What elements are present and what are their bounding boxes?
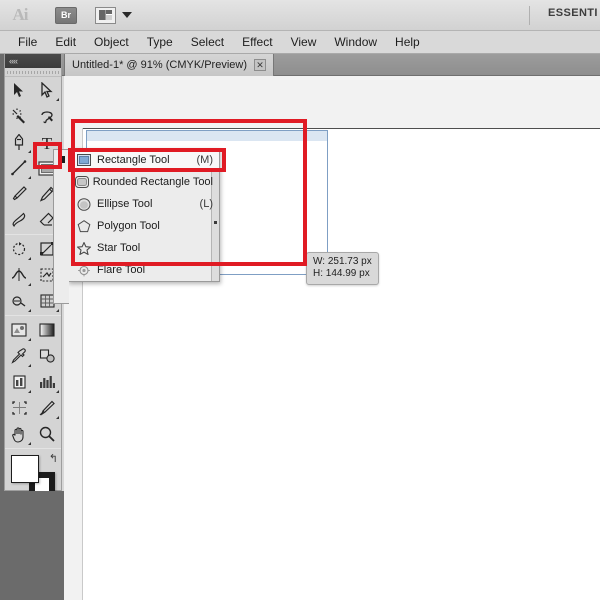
column-graph-tool[interactable] xyxy=(5,369,33,395)
tool-expand-corner-icon xyxy=(28,150,31,153)
flyout-item-rounded-rectangle-tool[interactable]: Rounded Rectangle Tool xyxy=(69,171,219,193)
tool-expand-corner-icon xyxy=(28,309,31,312)
close-icon[interactable]: ✕ xyxy=(254,59,266,71)
tooltip-width: W: 251.73 px xyxy=(313,256,372,267)
flyout-label: Flare Tool xyxy=(97,264,146,276)
shape-tools-flyout: Rectangle Tool (M) Rounded Rectangle Too… xyxy=(53,148,220,304)
rounded-rectangle-icon xyxy=(74,176,90,188)
document-tab-label: Untitled-1* @ 91% (CMYK/Preview) xyxy=(72,59,247,71)
flyout-label: Rectangle Tool xyxy=(97,154,170,166)
flyout-item-ellipse-tool[interactable]: Ellipse Tool (L) xyxy=(69,193,219,215)
symbol-sprayer-tool[interactable] xyxy=(5,317,33,343)
menu-effect[interactable]: Effect xyxy=(233,33,281,51)
flyout-item-rectangle-tool[interactable]: Rectangle Tool (M) xyxy=(69,149,219,171)
pen-tool[interactable] xyxy=(5,129,33,155)
measurement-tooltip: W: 251.73 px H: 144.99 px xyxy=(306,252,379,285)
menu-edit[interactable]: Edit xyxy=(46,33,85,51)
artboard-tool[interactable] xyxy=(5,395,33,421)
appbar-divider xyxy=(529,6,530,25)
tools-panel-footer-area xyxy=(4,491,62,600)
menu-bar: File Edit Object Type Select Effect View… xyxy=(0,31,600,54)
collapse-panel-icon[interactable]: «« xyxy=(9,56,18,66)
flyout-label: Ellipse Tool xyxy=(97,198,153,210)
tool-expand-corner-icon xyxy=(56,416,59,419)
magic-wand-tool[interactable] xyxy=(5,103,33,129)
rectangle-icon xyxy=(74,154,94,166)
eyedropper-tool[interactable] xyxy=(5,343,33,369)
menu-window[interactable]: Window xyxy=(325,33,386,51)
flyout-label: Rounded Rectangle Tool xyxy=(92,176,213,188)
arrange-documents-icon[interactable] xyxy=(95,6,116,24)
menu-file[interactable]: File xyxy=(9,33,46,51)
flyout-tearoff-handle[interactable] xyxy=(53,149,69,304)
illustrator-logo-icon: Ai xyxy=(12,5,29,24)
svg-text:T: T xyxy=(42,134,53,151)
gradient-tool[interactable] xyxy=(33,317,61,343)
menu-select[interactable]: Select xyxy=(182,33,233,51)
tool-expand-corner-icon xyxy=(56,98,59,101)
lasso-tool[interactable] xyxy=(33,103,61,129)
tool-expand-corner-icon xyxy=(56,390,59,393)
tool-expand-corner-icon xyxy=(28,283,31,286)
tool-expand-corner-icon xyxy=(28,364,31,367)
bridge-icon[interactable]: Br xyxy=(55,6,77,24)
tearoff-marker-icon xyxy=(58,156,65,163)
bar-graph-tool[interactable] xyxy=(33,369,61,395)
document-tab-bar: Untitled-1* @ 91% (CMYK/Preview) ✕ xyxy=(0,54,600,76)
flyout-item-flare-tool[interactable]: Flare Tool xyxy=(69,259,219,281)
hand-tool[interactable] xyxy=(5,421,33,447)
chevron-down-icon[interactable] xyxy=(122,12,132,18)
line-segment-tool[interactable] xyxy=(5,155,33,181)
tools-panel-header[interactable]: «« xyxy=(5,54,61,68)
illustrator-window: Ai Br ESSENTI File Edit Object Type Sele… xyxy=(0,0,600,600)
menu-object[interactable]: Object xyxy=(85,33,138,51)
slice-tool[interactable] xyxy=(33,395,61,421)
star-icon xyxy=(74,241,94,255)
width-tool[interactable] xyxy=(5,262,33,288)
perspective-grid-tool[interactable] xyxy=(5,288,33,314)
tools-divider xyxy=(5,448,61,449)
tool-expand-corner-icon xyxy=(28,176,31,179)
direct-selection-tool[interactable] xyxy=(33,77,61,103)
tools-divider xyxy=(5,315,61,316)
tool-expand-corner-icon xyxy=(28,338,31,341)
menu-help[interactable]: Help xyxy=(386,33,429,51)
menu-type[interactable]: Type xyxy=(138,33,182,51)
document-tab[interactable]: Untitled-1* @ 91% (CMYK/Preview) ✕ xyxy=(64,54,274,76)
flyout-label: Polygon Tool xyxy=(97,220,160,232)
rotate-tool[interactable] xyxy=(5,236,33,262)
polygon-icon xyxy=(74,219,94,233)
tools-panel-grip[interactable] xyxy=(5,68,61,77)
tool-expand-corner-icon xyxy=(28,390,31,393)
workspace-switcher[interactable]: ESSENTI xyxy=(548,7,598,19)
tool-expand-corner-icon xyxy=(56,309,59,312)
flyout-item-star-tool[interactable]: Star Tool xyxy=(69,237,219,259)
flyout-item-polygon-tool[interactable]: Polygon Tool xyxy=(69,215,219,237)
application-bar: Ai Br ESSENTI xyxy=(0,0,600,31)
swap-fill-stroke-icon[interactable]: ↰ xyxy=(49,452,58,465)
flyout-label: Star Tool xyxy=(97,242,141,254)
tool-expand-corner-icon xyxy=(28,257,31,260)
flare-icon xyxy=(74,264,94,277)
tool-expand-corner-icon xyxy=(28,442,31,445)
blob-brush-tool[interactable] xyxy=(5,207,33,233)
flyout-shortcut: (M) xyxy=(196,154,214,166)
ellipse-icon xyxy=(74,197,94,211)
flyout-shortcut: (L) xyxy=(199,198,213,210)
paintbrush-tool[interactable] xyxy=(5,181,33,207)
menu-view[interactable]: View xyxy=(282,33,326,51)
tooltip-height: H: 144.99 px xyxy=(313,268,370,279)
zoom-tool[interactable] xyxy=(33,421,61,447)
fill-swatch[interactable] xyxy=(11,455,39,483)
blend-tool[interactable] xyxy=(33,343,61,369)
selection-tool[interactable] xyxy=(5,77,33,103)
